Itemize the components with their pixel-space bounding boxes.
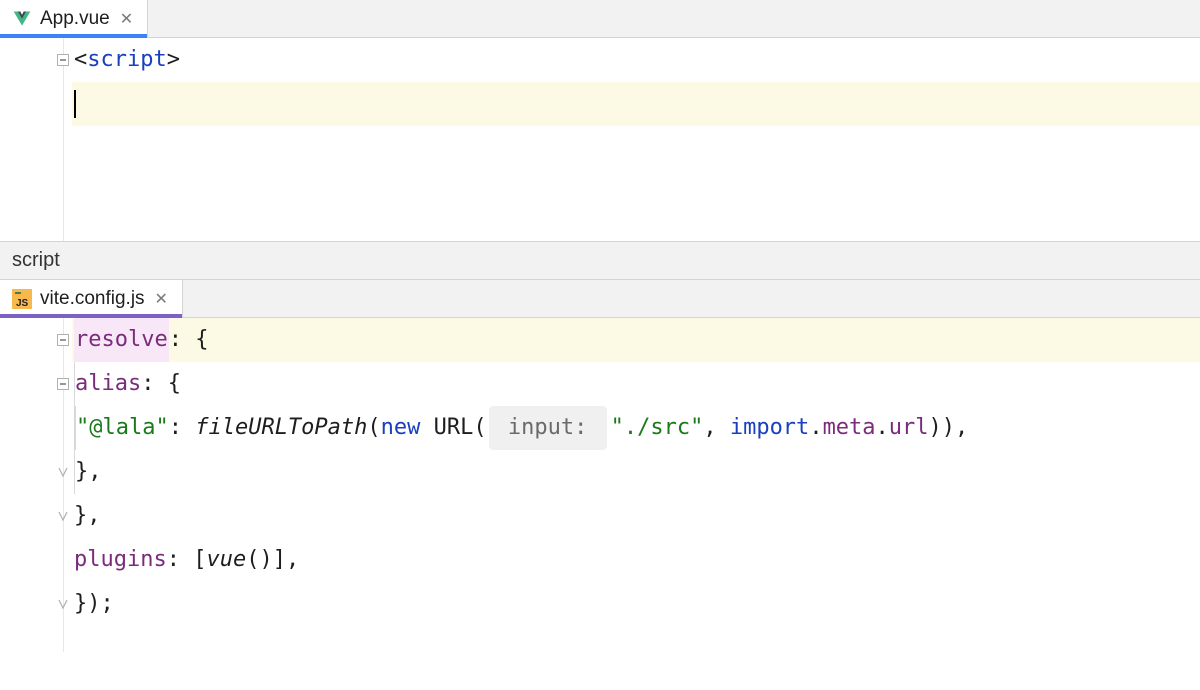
fold-end-icon[interactable] [56,509,70,523]
breadcrumb-bar[interactable]: script [0,241,1200,279]
tab-app-vue[interactable]: App.vue ✕ [0,0,148,37]
js-file-icon: JS [12,289,32,309]
svg-text:JS: JS [16,298,29,309]
parameter-hint: input: [489,406,607,450]
editor-pane-top: App.vue ✕ <script> script [0,0,1200,280]
code-line[interactable]: resolve: { [72,318,1200,362]
close-icon[interactable]: ✕ [118,9,133,29]
editor-body-bottom[interactable]: resolve: { alias: { "@lala": fileURLToPa… [0,318,1200,652]
editor-body-top[interactable]: <script> [0,38,1200,241]
gutter-bottom [0,318,72,652]
editor-pane-bottom: JS vite.config.js ✕ resolve: { alias: { … [0,280,1200,652]
code-area-top[interactable]: <script> [72,38,1200,241]
close-icon[interactable]: ✕ [153,289,168,309]
fold-collapse-icon[interactable] [56,377,70,391]
code-line[interactable]: "@lala": fileURLToPath(new URL( input: "… [72,406,1200,450]
vue-file-icon [12,9,32,29]
fold-collapse-icon[interactable] [56,333,70,347]
tab-filename: vite.config.js [40,288,145,310]
tab-bar-top: App.vue ✕ [0,0,1200,38]
fold-end-icon[interactable] [56,597,70,611]
code-line[interactable]: alias: { [72,362,1200,406]
tab-vite-config[interactable]: JS vite.config.js ✕ [0,280,183,317]
code-line[interactable]: <script> [72,38,1200,82]
code-line[interactable]: plugins: [vue()], [72,538,1200,582]
fold-end-icon[interactable] [56,465,70,479]
tab-bar-bottom: JS vite.config.js ✕ [0,280,1200,318]
code-area-bottom[interactable]: resolve: { alias: { "@lala": fileURLToPa… [72,318,1200,652]
breadcrumb-item[interactable]: script [12,249,60,272]
code-line-active[interactable] [72,82,1200,126]
code-line[interactable]: }, [72,494,1200,538]
tab-filename: App.vue [40,8,110,30]
gutter-top [0,38,72,241]
text-cursor [74,90,76,118]
code-line[interactable]: }); [72,582,1200,626]
code-line[interactable]: }, [72,450,1200,494]
fold-collapse-icon[interactable] [56,53,70,67]
